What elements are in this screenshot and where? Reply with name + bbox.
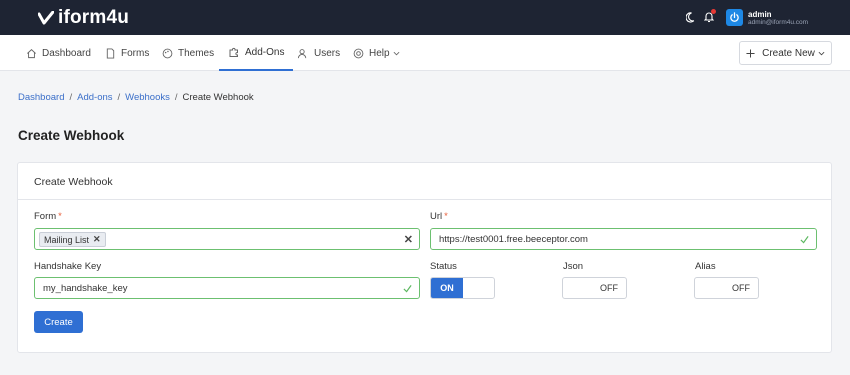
nav-label: Dashboard (42, 47, 91, 59)
top-bar: iform4u admin admin@iform4u.com (0, 0, 850, 35)
status-toggle[interactable]: ON (430, 277, 495, 299)
breadcrumb: Dashboard / Add-ons / Webhooks / Create … (18, 92, 254, 103)
form-select[interactable]: Mailing List ✕ ✕ (34, 228, 420, 250)
nav-label: Forms (121, 47, 150, 59)
check-icon (403, 285, 412, 293)
url-value: https://test0001.free.beeceptor.com (439, 234, 588, 245)
breadcrumb-addons[interactable]: Add-ons (77, 92, 112, 103)
webhook-card: Create Webhook Form * Mailing List ✕ ✕ Ur… (17, 162, 832, 353)
check-icon (800, 236, 809, 244)
plus-icon (746, 48, 755, 58)
url-label: Url * (430, 211, 448, 222)
breadcrumb-separator: / (69, 92, 73, 103)
create-new-button[interactable]: Create New (739, 41, 832, 65)
puzzle-icon (229, 47, 238, 57)
user-email: admin@iform4u.com (748, 19, 809, 26)
page-title: Create Webhook (18, 128, 125, 143)
handshake-key-label: Handshake Key (34, 261, 102, 272)
card-header: Create Webhook (18, 163, 831, 200)
create-new-label: Create New (762, 47, 815, 59)
json-toggle[interactable]: OFF (562, 277, 627, 299)
nav-item-addons[interactable]: Add-Ons (219, 35, 294, 71)
tag-label: Mailing List (44, 234, 90, 245)
users-icon (297, 48, 307, 58)
avatar[interactable] (726, 9, 743, 26)
notification-dot (711, 9, 716, 14)
alias-label: Alias (695, 261, 716, 272)
card-title: Create Webhook (34, 176, 113, 188)
user-name[interactable]: admin (748, 10, 772, 19)
url-field[interactable]: https://test0001.free.beeceptor.com (430, 228, 817, 250)
alias-toggle[interactable]: OFF (694, 277, 759, 299)
clear-selection-icon[interactable]: ✕ (404, 233, 413, 246)
palette-icon (162, 48, 173, 58)
required-mark: * (444, 211, 448, 222)
json-toggle-off: OFF (600, 283, 618, 293)
create-button[interactable]: Create (34, 311, 83, 333)
json-label: Json (563, 261, 584, 272)
nav-item-help[interactable]: Help (353, 35, 400, 71)
lifebuoy-icon (353, 48, 364, 58)
handshake-key-field[interactable]: my_handshake_key (34, 277, 420, 299)
form-label: Form * (34, 211, 62, 222)
breadcrumb-webhooks[interactable]: Webhooks (125, 92, 170, 103)
handshake-key-value: my_handshake_key (43, 283, 128, 294)
document-icon (106, 47, 115, 59)
nav-label: Themes (178, 47, 215, 59)
tag-remove-icon[interactable]: ✕ (93, 234, 101, 245)
breadcrumb-dashboard[interactable]: Dashboard (18, 92, 64, 103)
nav-label: Add-Ons (245, 46, 285, 58)
required-mark: * (58, 211, 62, 222)
form-label-text: Form (34, 211, 57, 222)
nav-item-forms[interactable]: Forms (105, 35, 149, 71)
breadcrumb-current: Create Webhook (182, 92, 254, 103)
chevron-down-icon (393, 51, 400, 55)
url-label-text: Url (430, 211, 443, 222)
breadcrumb-separator: / (117, 92, 121, 103)
nav-label: Users (314, 47, 341, 59)
nav-item-themes[interactable]: Themes (162, 35, 214, 71)
selected-form-tag: Mailing List ✕ (39, 232, 106, 247)
logo-check-icon (38, 11, 54, 25)
status-label: Status (430, 261, 457, 272)
chevron-down-icon (818, 51, 825, 55)
alias-toggle-off: OFF (732, 283, 750, 293)
status-toggle-on: ON (431, 278, 463, 298)
home-icon (27, 48, 36, 58)
moon-icon[interactable] (686, 12, 697, 23)
main-nav: Dashboard Forms Themes Add-Ons Users Hel… (0, 35, 850, 71)
power-icon (730, 12, 739, 22)
nav-item-dashboard[interactable]: Dashboard (26, 35, 91, 71)
logo[interactable]: iform4u (38, 8, 129, 28)
breadcrumb-separator: / (174, 92, 178, 103)
nav-item-users[interactable]: Users (297, 35, 340, 71)
logo-text: iform4u (58, 7, 130, 28)
nav-label: Help (369, 47, 390, 59)
